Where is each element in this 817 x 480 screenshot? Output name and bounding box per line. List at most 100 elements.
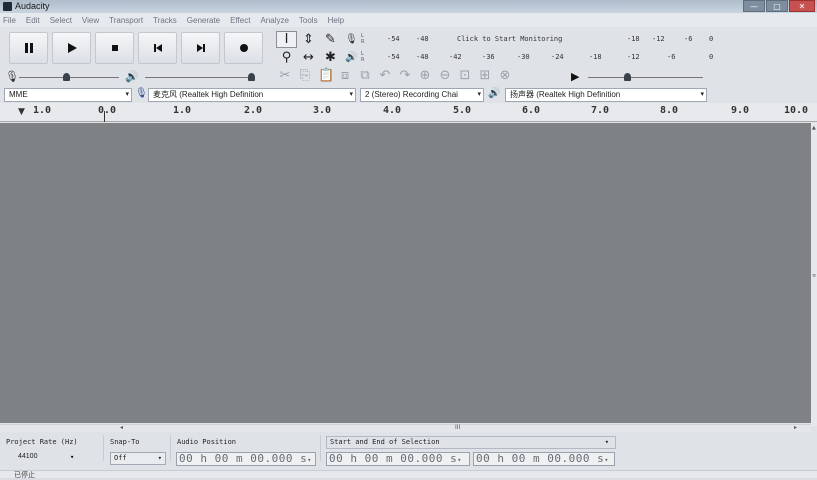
scroll-grip-icon[interactable]: ≡ (812, 273, 816, 279)
cut-icon[interactable]: ✂ (278, 68, 292, 83)
time-shift-tool-icon[interactable]: ↔ (298, 49, 319, 66)
scroll-right-icon[interactable]: ▸ (794, 424, 797, 431)
play-at-speed-icon[interactable]: ▶ (571, 70, 579, 83)
fit-selection-icon[interactable]: ⊡ (458, 68, 472, 83)
scroll-thumb-grip[interactable]: III (455, 424, 460, 431)
speaker-icon: 🔊 (345, 51, 358, 63)
draw-tool-icon[interactable]: ✎ (320, 31, 341, 48)
menu-help[interactable]: Help (328, 16, 344, 25)
snap-to-dropdown[interactable]: Off ▾ (110, 452, 166, 465)
click-to-start-monitoring[interactable]: Click to Start Monitoring (457, 35, 562, 43)
meter-tick: -48 (416, 53, 429, 61)
play-icon (67, 43, 77, 53)
menu-edit[interactable]: Edit (26, 16, 40, 25)
menu-bar: File Edit Select View Transport Tracks G… (0, 13, 817, 27)
ruler-tick: 4.0 (383, 105, 402, 116)
playback-device-dropdown[interactable]: 扬声器 (Realtek High Definition ▾ (505, 88, 707, 102)
undo-icon[interactable]: ↶ (378, 68, 392, 83)
close-button[interactable]: ✕ (789, 0, 815, 12)
pause-icon (24, 43, 33, 53)
ruler-tick: 2.0 (244, 105, 263, 116)
zoom-in-icon[interactable]: ⊕ (418, 68, 432, 83)
meter-tick: -6 (667, 53, 676, 61)
zoom-toggle-icon[interactable]: ⊗ (498, 68, 512, 83)
recording-device-dropdown[interactable]: 麦克风 (Realtek High Definition ▾ (148, 88, 356, 102)
lr-label: LR (361, 51, 365, 63)
menu-select[interactable]: Select (50, 16, 72, 25)
redo-icon[interactable]: ↷ (398, 68, 412, 83)
playback-volume-slider[interactable] (145, 72, 255, 82)
audacity-app-icon (3, 2, 12, 11)
chevron-down-icon: ▾ (457, 456, 462, 464)
copy-icon[interactable]: ⎘ (298, 68, 312, 83)
audio-host-dropdown[interactable]: MME ▾ (4, 88, 132, 102)
skip-to-end-button[interactable] (181, 32, 220, 64)
lr-label: LR (361, 33, 365, 45)
selection-mode-dropdown[interactable]: ▾ (326, 436, 616, 449)
project-rate-value[interactable]: 44100 (18, 453, 37, 460)
ruler-tick: 0.0 (98, 105, 117, 116)
stop-icon (111, 45, 118, 51)
playback-meter[interactable]: 🔊 LR -54 -48 -42 -36 -30 -24 -18 -12 -6 … (345, 50, 715, 64)
skip-to-start-icon (153, 44, 162, 52)
menu-effect[interactable]: Effect (230, 16, 250, 25)
snap-to-value: Off (114, 454, 127, 462)
track-panel[interactable] (0, 123, 811, 423)
fit-project-icon[interactable]: ⊞ (478, 68, 492, 83)
record-button[interactable] (224, 32, 263, 64)
selection-tool-icon[interactable]: I (276, 31, 297, 48)
zoom-out-icon[interactable]: ⊖ (438, 68, 452, 83)
ruler-tick: 3.0 (313, 105, 332, 116)
menu-tools[interactable]: Tools (299, 16, 318, 25)
scroll-left-icon[interactable]: ◂ (120, 424, 123, 431)
horizontal-scrollbar[interactable]: ◂ III ▸ (0, 424, 811, 432)
ruler-tick: 10.0 (784, 105, 809, 116)
timeline-options-icon[interactable]: ▼ (18, 107, 25, 117)
stop-button[interactable] (95, 32, 134, 64)
play-at-speed-slider[interactable] (588, 72, 703, 82)
recording-meter[interactable]: 🎙 LR -54 -48 Click to Start Monitoring -… (345, 32, 715, 46)
pause-button[interactable] (9, 32, 48, 64)
silence-icon[interactable]: ⧉ (358, 68, 372, 83)
recording-channels-dropdown[interactable]: 2 (Stereo) Recording Chai ▾ (360, 88, 484, 102)
ruler-tick: 9.0 (731, 105, 750, 116)
selection-start-value: 00 h 00 m 00.000 s (329, 452, 458, 465)
multi-tool-icon[interactable]: ✱ (320, 49, 341, 66)
selection-end-field[interactable]: 00 h 00 m 00.000 s▾ (473, 452, 615, 466)
vertical-scrollbar[interactable]: ▲ ≡ (811, 123, 817, 426)
timeline-ruler[interactable]: ▼ 1.0 0.0 1.0 2.0 3.0 4.0 5.0 6.0 7.0 8.… (0, 103, 817, 122)
selection-start-field[interactable]: 00 h 00 m 00.000 s▾ (326, 452, 470, 466)
envelope-tool-icon[interactable]: ⇕ (298, 31, 319, 48)
chevron-down-icon[interactable]: ▾ (70, 453, 74, 461)
meter-tick: -54 (387, 53, 400, 61)
menu-tracks[interactable]: Tracks (153, 16, 177, 25)
skip-to-start-button[interactable] (138, 32, 177, 64)
maximize-button[interactable]: ▢ (766, 0, 788, 12)
meter-tick: -36 (482, 53, 495, 61)
audacity-window: Audacity — ▢ ✕ File Edit Select View Tra… (0, 0, 817, 479)
playback-meter-scale: -54 -48 -42 -36 -30 -24 -18 -12 -6 0 (369, 50, 715, 64)
divider (103, 435, 104, 461)
microphone-icon: 🎙 (135, 88, 148, 99)
minimize-button[interactable]: — (743, 0, 765, 12)
menu-view[interactable]: View (82, 16, 99, 25)
record-icon (239, 44, 248, 52)
paste-icon[interactable]: 📋 (318, 68, 334, 83)
scroll-up-icon[interactable]: ▲ (812, 125, 816, 131)
transport-toolbar (9, 32, 271, 66)
menu-generate[interactable]: Generate (187, 16, 220, 25)
play-button[interactable] (52, 32, 91, 64)
menu-analyze[interactable]: Analyze (260, 16, 288, 25)
window-title: Audacity (15, 1, 50, 11)
meter-tick: -18 (627, 35, 640, 43)
audio-position-value: 00 h 00 m 00.000 s (179, 452, 308, 465)
audio-position-field[interactable]: 00 h 00 m 00.000 s▾ (176, 452, 316, 466)
selection-end-value: 00 h 00 m 00.000 s (476, 452, 605, 465)
speaker-icon: 🔊 (125, 70, 139, 83)
trim-icon[interactable]: ⧈ (338, 68, 352, 83)
meter-tick: -48 (416, 35, 429, 43)
menu-transport[interactable]: Transport (109, 16, 143, 25)
menu-file[interactable]: File (3, 16, 16, 25)
recording-volume-slider[interactable] (19, 72, 119, 82)
zoom-tool-icon[interactable]: ⚲ (276, 49, 297, 66)
